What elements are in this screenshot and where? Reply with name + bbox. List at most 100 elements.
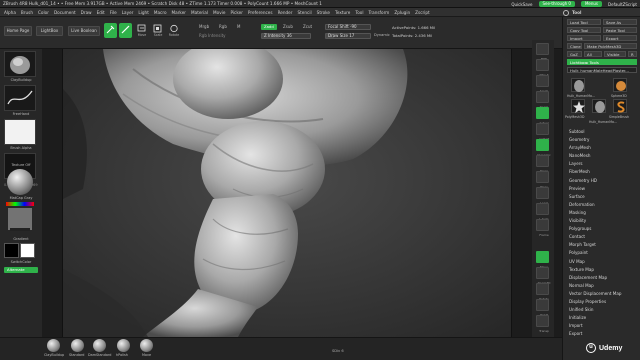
- menu-brush[interactable]: Brush: [21, 10, 33, 15]
- rgb-intensity-label[interactable]: Rgb Intensity: [199, 33, 226, 38]
- color-picker[interactable]: [6, 202, 34, 234]
- menu-document[interactable]: Document: [54, 10, 76, 15]
- default-zscript-button[interactable]: DefaultZScript: [608, 2, 637, 7]
- local-button[interactable]: Local: [536, 187, 549, 205]
- brush-thumbnail[interactable]: [4, 51, 36, 77]
- subpalette-arraymesh[interactable]: ArrayMesh: [569, 144, 639, 152]
- menu-alpha[interactable]: Alpha: [4, 10, 16, 15]
- subpalette-vector-displacement-map[interactable]: Vector Displacement Map: [569, 290, 639, 298]
- polyf-button[interactable]: PolyF: [536, 299, 549, 317]
- menu-render[interactable]: Render: [278, 10, 293, 15]
- all-button[interactable]: All: [584, 51, 602, 57]
- menu-draw[interactable]: Draw: [81, 10, 92, 15]
- menu-stroke[interactable]: Stroke: [317, 10, 330, 15]
- menu-zplugin[interactable]: Zplugin: [394, 10, 410, 15]
- subtool-thumb-head[interactable]: [571, 78, 585, 92]
- subpalette-contact[interactable]: Contact: [569, 233, 639, 241]
- subpalette-displacement-map[interactable]: Displacement Map: [569, 274, 639, 282]
- import-tool-button[interactable]: Import: [567, 35, 601, 41]
- subpalette-masking[interactable]: Masking: [569, 209, 639, 217]
- move-button[interactable]: Move: [137, 24, 147, 37]
- draw-size-slider[interactable]: Draw Size 17: [325, 33, 371, 39]
- subpalette-surface[interactable]: Surface: [569, 193, 639, 201]
- subpalette-display-properties[interactable]: Display Properties: [569, 298, 639, 306]
- lsym-button[interactable]: L.Sym: [536, 203, 549, 221]
- export-tool-button[interactable]: Export: [603, 35, 637, 41]
- focal-shift-slider[interactable]: Focal Shift -90: [325, 24, 371, 30]
- subpalette-normal-map[interactable]: Normal Map: [569, 282, 639, 290]
- subpalette-initialize[interactable]: Initialize: [569, 314, 639, 322]
- goz-button[interactable]: GoZ: [567, 51, 582, 57]
- hpolish-brush-icon[interactable]: [117, 339, 130, 352]
- subpalette-layers[interactable]: Layers: [569, 160, 639, 168]
- floor-button[interactable]: Floor: [536, 171, 549, 189]
- subpalette-preview[interactable]: Preview: [569, 185, 639, 193]
- copy-tool-button[interactable]: Copy Tool: [567, 27, 601, 33]
- menu-zscript[interactable]: Zscript: [415, 10, 430, 15]
- menu-layer[interactable]: Layer: [122, 10, 134, 15]
- subtool-thumb-polymesh[interactable]: [571, 99, 585, 113]
- frame-button[interactable]: Frame: [536, 219, 549, 237]
- stroke-thumbnail[interactable]: [4, 85, 36, 111]
- paste-tool-button[interactable]: Paste Tool: [603, 27, 637, 33]
- menu-texture[interactable]: Texture: [335, 10, 350, 15]
- subpalette-uv-map[interactable]: UV Map: [569, 258, 639, 266]
- rotate-view-button[interactable]: Rotate: [536, 283, 549, 301]
- subpalette-fibermesh[interactable]: FiberMesh: [569, 168, 639, 176]
- standard-brush-icon[interactable]: [71, 339, 84, 352]
- subpalette-export[interactable]: Export: [569, 330, 639, 338]
- m-toggle[interactable]: M: [237, 24, 240, 29]
- menu-light[interactable]: Light: [138, 10, 148, 15]
- subpalette-geometry-hd[interactable]: Geometry HD: [569, 177, 639, 185]
- dynamic-toggle[interactable]: Dynamic: [374, 33, 390, 37]
- menu-material[interactable]: Material: [191, 10, 208, 15]
- menu-picker[interactable]: Picker: [230, 10, 242, 15]
- see-through-slider[interactable]: See-through 0: [538, 1, 575, 7]
- subpalette-deformation[interactable]: Deformation: [569, 201, 639, 209]
- main-color-swatch[interactable]: [4, 243, 19, 258]
- scale-button[interactable]: Scale: [153, 24, 163, 37]
- tool-palette-tab[interactable]: Tool: [563, 8, 582, 17]
- edit-button[interactable]: [104, 23, 117, 38]
- home-page-button[interactable]: Home Page: [4, 26, 32, 36]
- actual-button[interactable]: Actual: [536, 107, 549, 125]
- menu-marker[interactable]: Marker: [172, 10, 186, 15]
- lightbox-tools-button[interactable]: Lightbox▸ Tools: [567, 59, 637, 65]
- subpalette-nanomesh[interactable]: NanoMesh: [569, 152, 639, 160]
- menu-stencil[interactable]: Stencil: [297, 10, 311, 15]
- subtool-thumb-sphere[interactable]: [613, 78, 627, 92]
- move-brush-icon[interactable]: [140, 339, 153, 352]
- live-boolean-button[interactable]: Live Boolean: [68, 26, 100, 36]
- rgb-toggle[interactable]: Rgb: [219, 24, 227, 29]
- spix-button[interactable]: SPix 3: [536, 59, 549, 77]
- menu-tool[interactable]: Tool: [355, 10, 363, 15]
- document-canvas[interactable]: [62, 49, 512, 337]
- clone-button[interactable]: Clone: [567, 43, 582, 49]
- move-view-button[interactable]: Move: [536, 251, 549, 269]
- menu-file[interactable]: File: [110, 10, 117, 15]
- zoom3d-button[interactable]: Zoom3D: [536, 267, 550, 285]
- zoom-button[interactable]: Zoom: [536, 91, 549, 109]
- alpha-thumbnail[interactable]: [4, 119, 36, 145]
- save-as-button[interactable]: Save As: [603, 19, 637, 25]
- current-tool-name[interactable]: Hulk_humanMaleHeadPlaster...: [567, 67, 637, 73]
- z-intensity-slider[interactable]: Z Intensity 36: [261, 33, 311, 39]
- menu-macro[interactable]: Macro: [154, 10, 167, 15]
- load-tool-button[interactable]: Load Tool: [567, 19, 601, 25]
- switch-color-label[interactable]: SwitchColor: [0, 260, 42, 264]
- transp-button[interactable]: Transp: [536, 315, 549, 333]
- aahalf-button[interactable]: AAHalf: [536, 123, 549, 141]
- subtool-thumb-simplebrush[interactable]: [613, 99, 627, 113]
- rotate-button[interactable]: Rotate: [169, 24, 179, 37]
- r-button[interactable]: R: [628, 51, 637, 57]
- subtool-thumb-head-2[interactable]: [592, 99, 606, 113]
- menu-preferences[interactable]: Preferences: [248, 10, 273, 15]
- dynamic-button[interactable]: Dynamic: [536, 139, 551, 157]
- menu-movie[interactable]: Movie: [213, 10, 225, 15]
- secondary-color-swatch[interactable]: [20, 243, 35, 258]
- menu-edit[interactable]: Edit: [97, 10, 105, 15]
- subpalette-polygroups[interactable]: Polygroups: [569, 225, 639, 233]
- bpr-button[interactable]: BPR: [536, 43, 549, 61]
- zsub-button[interactable]: Zsub: [283, 24, 293, 29]
- subpalette-geometry[interactable]: Geometry: [569, 136, 639, 144]
